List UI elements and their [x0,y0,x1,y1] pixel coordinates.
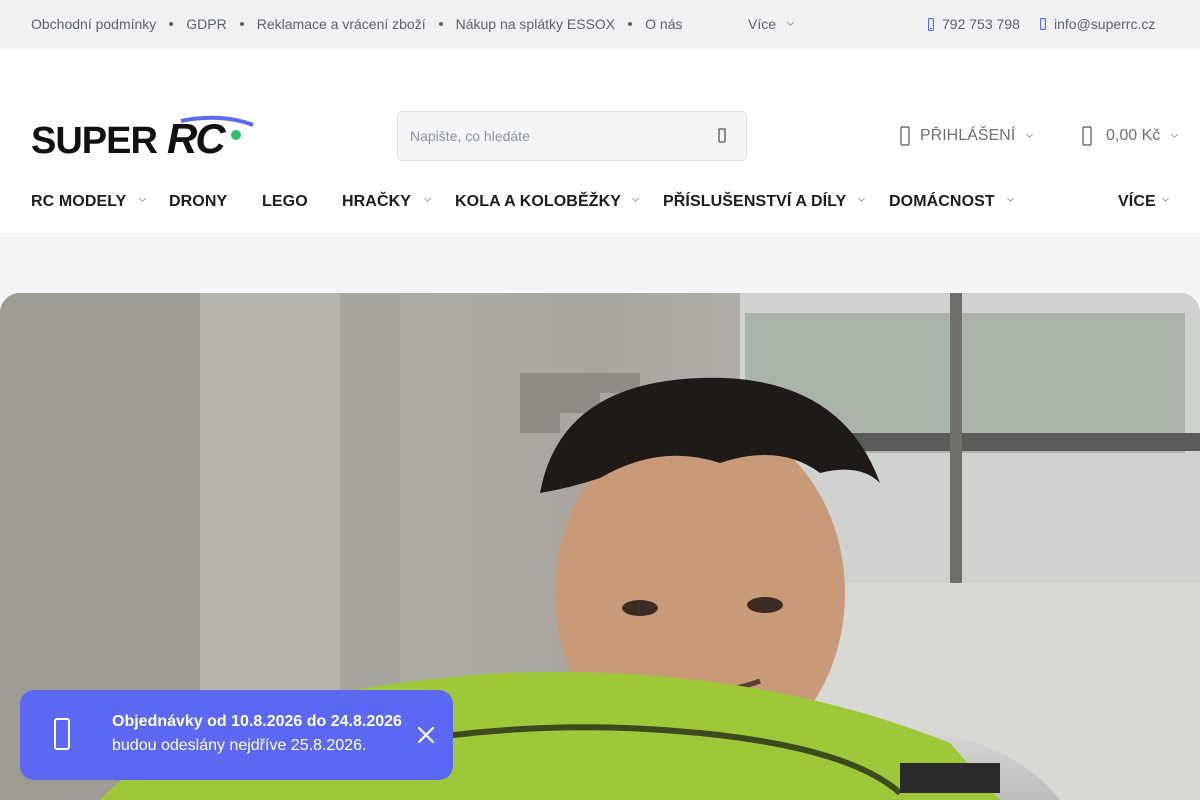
top-link-essox[interactable]: Nákup na splátky ESSOX [456,16,616,32]
nav-item-label: PŘÍSLUŠENSTVÍ A DÍLY [663,193,847,210]
chevron-down-icon[interactable] [1161,194,1170,203]
top-bar: Obchodní podmínky GDPR Reklamace a vráce… [0,0,1200,48]
email-address: info@superrc.cz [1054,16,1156,32]
envelope-icon [1040,18,1046,30]
nav-item-drony[interactable]: DRONY [169,189,227,215]
login-button[interactable]: PŘIHLÁŠENÍ [898,123,1034,149]
nav-item-kola[interactable]: KOLA A KOLOBĚŽKY [455,189,621,215]
chevron-down-icon[interactable] [423,194,432,203]
info-icon [52,715,72,755]
chevron-down-icon [1171,130,1179,139]
cart-icon [1082,126,1092,146]
chevron-down-icon[interactable] [857,194,866,203]
search-input[interactable] [410,112,700,160]
search-icon[interactable] [714,127,732,145]
nav-item-rc-modely[interactable]: RC MODELY [31,189,126,215]
nav-item-lego[interactable]: LEGO [262,189,308,215]
separator-dot [239,22,244,26]
separator-dot [438,22,443,26]
nav-item-label: HRAČKY [342,193,412,210]
chevron-down-icon[interactable] [631,194,640,203]
shipping-notice: Objednávky od 10.8.2026 do 24.8.2026 bud… [20,690,453,780]
svg-text:SUPER: SUPER [31,120,157,159]
nav-item-label: RC MODELY [31,193,127,210]
cart-total: 0,00 Kč [1106,127,1161,144]
close-icon[interactable] [416,725,436,745]
site-header: SUPER RC PŘIHLÁŠENÍ 0,00 Kč RC MODELY DR… [0,49,1200,233]
top-link-returns[interactable]: Reklamace a vrácení zboží [257,16,426,32]
top-link-about[interactable]: O nás [645,16,682,32]
chevron-down-icon [786,18,795,27]
top-link-gdpr[interactable]: GDPR [186,16,226,32]
email-link[interactable]: info@superrc.cz [1040,0,1155,48]
notice-text: budou odeslány nejdříve 25.8.2026. [112,737,367,754]
nav-item-more[interactable]: VÍCE [1118,189,1156,215]
nav-item-hracky[interactable]: HRAČKY [342,189,411,215]
user-icon [900,126,910,146]
main-nav: RC MODELY DRONY LEGO HRAČKY KOLA A KOLOB… [31,189,1171,215]
top-more-label: Více [748,16,777,32]
nav-item-domacnost[interactable]: DOMÁCNOST [889,189,995,215]
login-label: PŘIHLÁŠENÍ [920,127,1016,144]
nav-item-label: KOLA A KOLOBĚŽKY [455,193,622,210]
nav-more-label: VÍCE [1118,193,1156,210]
chevron-down-icon[interactable] [138,194,147,203]
nav-item-prislusenstvi[interactable]: PŘÍSLUŠENSTVÍ A DÍLY [663,189,846,215]
top-more-menu[interactable]: Více [748,0,795,48]
top-link-terms[interactable]: Obchodní podmínky [31,16,156,32]
separator-dot [628,22,633,26]
nav-item-label: DRONY [169,193,228,210]
phone-link[interactable]: 792 753 798 [928,0,1020,48]
phone-icon [928,17,934,31]
svg-text:RC: RC [167,115,226,159]
cart-button[interactable]: 0,00 Kč [1079,123,1179,149]
logo[interactable]: SUPER RC [31,115,257,162]
nav-item-label: LEGO [262,193,308,210]
chevron-down-icon[interactable] [1006,194,1015,203]
phone-number: 792 753 798 [942,16,1020,32]
search-box [397,111,747,161]
nav-item-label: DOMÁCNOST [889,193,995,210]
chevron-down-icon [1026,130,1034,139]
top-links: Obchodní podmínky GDPR Reklamace a vráce… [31,0,683,48]
separator-dot [169,22,174,26]
notice-title: Objednávky od 10.8.2026 do 24.8.2026 [112,713,402,730]
